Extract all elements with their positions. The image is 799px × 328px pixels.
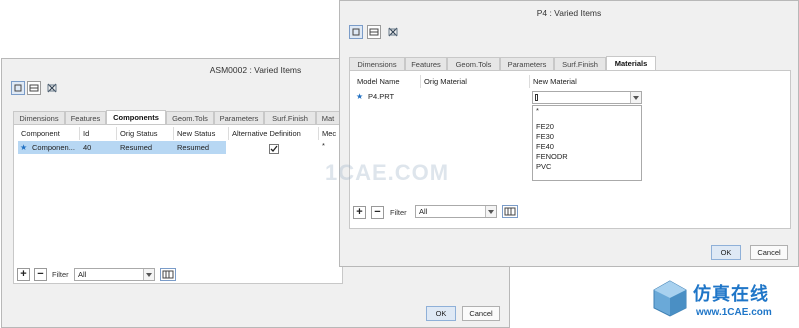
p4-tab-features[interactable]: Features — [405, 57, 447, 70]
chevron-down-icon[interactable] — [630, 92, 641, 103]
strike-icon — [388, 27, 398, 37]
table-view-button[interactable] — [502, 205, 518, 218]
dropdown-option[interactable]: PVC — [533, 162, 641, 172]
table-tool-button[interactable] — [27, 81, 41, 95]
p4-tab-materials[interactable]: Materials — [606, 56, 656, 70]
alt-definition-checkbox[interactable] — [269, 144, 279, 154]
table-view-button[interactable] — [160, 268, 176, 281]
select-icon — [352, 28, 360, 36]
filter-label: Filter — [52, 270, 69, 279]
asm-tab-mat[interactable]: Mat — [316, 111, 340, 124]
col-alt-definition[interactable]: Alternative Definition — [229, 127, 319, 140]
cell-new-status: Resumed — [177, 143, 210, 152]
checkmark-icon — [270, 145, 278, 152]
cell-component: Componen... — [32, 143, 75, 152]
grid-icon — [504, 207, 516, 216]
watermark-logo-url: www.1CAE.com — [696, 307, 772, 318]
cancel-button[interactable]: Cancel — [462, 306, 500, 321]
col-orig-material[interactable]: Orig Material — [421, 75, 530, 88]
exclude-tool-button[interactable] — [45, 81, 59, 95]
text-cursor — [535, 94, 538, 101]
filter-value: All — [78, 270, 87, 279]
dropdown-option[interactable]: FENODR — [533, 152, 641, 162]
dropdown-option[interactable]: FE40 — [533, 142, 641, 152]
filter-label: Filter — [390, 208, 407, 217]
ok-button[interactable]: OK — [426, 306, 456, 321]
strike-icon — [47, 83, 57, 93]
asm-tab-dimensions[interactable]: Dimensions — [13, 111, 65, 124]
exclude-tool-button[interactable] — [386, 25, 400, 39]
new-material-select[interactable] — [532, 91, 642, 104]
table-icon — [369, 28, 379, 36]
material-dropdown-list: * FE20 FE30 FE40 FENODR PVC — [532, 105, 642, 181]
cancel-button[interactable]: Cancel — [750, 245, 788, 260]
dropdown-option[interactable]: FE30 — [533, 132, 641, 142]
p4-dialog-title: P4 : Varied Items — [536, 8, 602, 18]
asm-tab-geom-tols[interactable]: Geom.Tols — [166, 111, 214, 124]
cube-logo-icon — [653, 280, 687, 317]
filter-value: All — [419, 207, 428, 216]
p4-tab-dimensions[interactable]: Dimensions — [349, 57, 405, 70]
dropdown-option[interactable]: FE20 — [533, 122, 641, 132]
star-icon: ★ — [20, 143, 28, 152]
col-new-material[interactable]: New Material — [530, 75, 641, 88]
ok-button[interactable]: OK — [711, 245, 741, 260]
select-icon — [14, 84, 22, 92]
add-button[interactable]: + — [17, 268, 30, 281]
cell-mec: * — [322, 141, 325, 150]
asm-tab-surf-finish[interactable]: Surf.Finish — [264, 111, 316, 124]
col-new-status[interactable]: New Status — [174, 127, 229, 140]
grid-icon — [162, 270, 174, 279]
remove-button[interactable]: − — [371, 206, 384, 219]
cell-model-name: P4.PRT — [368, 92, 395, 101]
asm-tab-parameters[interactable]: Parameters — [214, 111, 264, 124]
col-model-name[interactable]: Model Name — [354, 75, 421, 88]
chevron-down-icon[interactable] — [143, 269, 154, 280]
p4-tab-surf-finish[interactable]: Surf.Finish — [554, 57, 606, 70]
watermark-logo-cn: 仿真在线 — [693, 284, 769, 305]
select-tool-button[interactable] — [349, 25, 363, 39]
table-icon — [29, 84, 39, 92]
watermark-text: 1CAE.COM — [325, 160, 450, 185]
select-tool-button[interactable] — [11, 81, 25, 95]
table-tool-button[interactable] — [367, 25, 381, 39]
cell-orig-status: Resumed — [120, 143, 153, 152]
cell-id: 40 — [83, 143, 92, 152]
asm-components-panel: Component Id Orig Status New Status Alte… — [13, 124, 343, 284]
filter-select[interactable]: All — [74, 268, 155, 281]
asm-tab-features[interactable]: Features — [65, 111, 106, 124]
add-button[interactable]: + — [353, 206, 366, 219]
watermark-logo: 仿真在线 www.1CAE.com — [650, 272, 799, 328]
dropdown-option[interactable]: * — [533, 106, 641, 116]
p4-dialog: P4 : Varied Items Dimensions Features Ge… — [339, 0, 799, 267]
remove-button[interactable]: − — [34, 268, 47, 281]
asm-tab-components[interactable]: Components — [106, 110, 166, 124]
col-id[interactable]: Id — [80, 127, 117, 140]
chevron-down-icon[interactable] — [485, 206, 496, 217]
filter-select[interactable]: All — [415, 205, 497, 218]
p4-tab-parameters[interactable]: Parameters — [500, 57, 554, 70]
p4-tab-geom-tols[interactable]: Geom.Tols — [447, 57, 500, 70]
col-component[interactable]: Component — [18, 127, 80, 140]
col-orig-status[interactable]: Orig Status — [117, 127, 174, 140]
star-icon: ★ — [356, 92, 364, 101]
cell-orig-material — [421, 90, 521, 103]
